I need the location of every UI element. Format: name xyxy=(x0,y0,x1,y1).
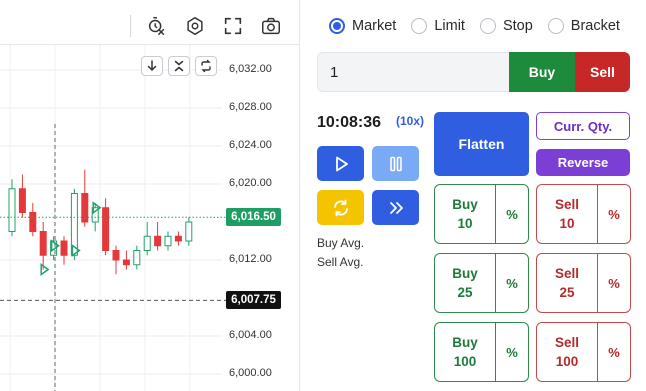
quick-buy-action: Buy xyxy=(452,197,478,212)
quick-buy-action: Buy xyxy=(452,266,478,281)
candle-body xyxy=(18,188,26,213)
price-axis-label: 6,012.00 xyxy=(229,253,272,265)
quick-buy-percent-button[interactable]: % xyxy=(495,254,528,312)
fullscreen-icon[interactable] xyxy=(221,14,245,38)
order-type-label: Bracket xyxy=(570,18,620,34)
quick-sell-percent-button[interactable]: % xyxy=(597,185,630,243)
refresh-icon xyxy=(333,199,348,216)
quick-sell-qty: 100 xyxy=(555,354,579,369)
reverse-button[interactable]: Reverse xyxy=(536,149,630,176)
trade-panel: Market Limit Stop Bracket Buy Sell 10:08… xyxy=(301,0,646,391)
candle-body xyxy=(174,235,182,242)
candle-body xyxy=(112,250,120,261)
current-quantity-button[interactable]: Curr. Qty. xyxy=(536,112,630,140)
quick-sell-main[interactable]: Sell 100 xyxy=(537,323,597,381)
camera-icon[interactable] xyxy=(259,14,283,38)
quick-sell-percent-button[interactable]: % xyxy=(597,254,630,312)
order-type-label: Limit xyxy=(434,18,465,34)
quick-buy-10[interactable]: Buy 10 % xyxy=(434,184,529,244)
price-axis-label: 6,024.00 xyxy=(229,139,272,151)
candle-body xyxy=(60,240,68,256)
fast-forward-icon xyxy=(389,201,403,214)
crosshair-price-tag: 6,007.75 xyxy=(226,291,281,310)
quick-buy-action: Buy xyxy=(452,335,478,350)
quick-sell-main[interactable]: Sell 25 xyxy=(537,254,597,312)
candle-body xyxy=(39,231,47,256)
arrow-down-icon[interactable] xyxy=(141,56,163,76)
order-type-label: Stop xyxy=(502,18,533,34)
toolbar-divider-line xyxy=(0,44,300,45)
price-axis-label: 6,020.00 xyxy=(229,177,272,189)
swap-icon[interactable] xyxy=(195,56,217,76)
quick-buy-percent-button[interactable]: % xyxy=(495,185,528,243)
candle-body xyxy=(29,212,37,232)
quick-buy-qty: 25 xyxy=(457,285,473,300)
candle-body xyxy=(164,235,172,247)
quantity-input[interactable] xyxy=(317,52,509,92)
hexagon-settings-icon[interactable] xyxy=(183,14,207,38)
quick-sell-action: Sell xyxy=(554,197,579,212)
quick-buy-25[interactable]: Buy 25 % xyxy=(434,253,529,313)
price-axis-label: 6,032.00 xyxy=(229,63,272,75)
quick-sell-qty: 10 xyxy=(559,216,575,231)
pause-button[interactable] xyxy=(372,146,419,181)
candle-body xyxy=(143,235,151,251)
radio-limit[interactable] xyxy=(411,18,428,34)
price-axis-label: 6,004.00 xyxy=(229,329,272,341)
quick-sell-100[interactable]: Sell 100 % xyxy=(536,322,631,382)
quick-buy-main[interactable]: Buy 100 xyxy=(435,323,495,381)
fast-forward-button[interactable] xyxy=(372,190,419,225)
quick-buy-main[interactable]: Buy 10 xyxy=(435,185,495,243)
candle-body xyxy=(102,207,110,251)
pause-icon xyxy=(389,156,402,171)
refresh-button[interactable] xyxy=(317,190,364,225)
quick-buy-percent-button[interactable]: % xyxy=(495,323,528,381)
clock-time: 10:08:36 xyxy=(317,114,382,131)
collapse-icon[interactable] xyxy=(168,56,190,76)
candle-body xyxy=(154,235,162,247)
radio-market[interactable] xyxy=(329,18,345,34)
quick-buy-qty: 100 xyxy=(453,354,477,369)
price-axis-label: 6,000.00 xyxy=(229,367,272,379)
last-price-tag: 6,016.50 xyxy=(226,208,281,227)
chart-mini-controls xyxy=(141,56,217,76)
chart-toolbar xyxy=(130,12,297,40)
buy-average-label: Buy Avg. xyxy=(317,236,365,250)
quick-sell-percent-button[interactable]: % xyxy=(597,323,630,381)
candle-body xyxy=(122,259,130,266)
candle-body xyxy=(8,188,16,232)
quick-sell-action: Sell xyxy=(554,266,579,281)
order-type-bracket[interactable]: Bracket xyxy=(547,18,620,34)
order-type-label: Market xyxy=(352,18,397,34)
quick-sell-10[interactable]: Sell 10 % xyxy=(536,184,631,244)
play-button[interactable] xyxy=(317,146,364,181)
quick-buy-main[interactable]: Buy 25 xyxy=(435,254,495,312)
quick-sell-main[interactable]: Sell 10 xyxy=(537,185,597,243)
quick-buy-100[interactable]: Buy 100 % xyxy=(434,322,529,382)
order-type-limit[interactable]: Limit xyxy=(411,18,465,34)
radio-bracket[interactable] xyxy=(547,18,564,34)
quick-sell-action: Sell xyxy=(554,335,579,350)
candle-body xyxy=(133,250,141,266)
trade-marker xyxy=(40,263,50,276)
toolbar-divider xyxy=(130,15,131,37)
sell-average-label: Sell Avg. xyxy=(317,255,364,269)
candle-body xyxy=(185,221,193,242)
order-type-market[interactable]: Market xyxy=(329,18,396,34)
order-type-stop[interactable]: Stop xyxy=(479,18,533,34)
flatten-button[interactable]: Flatten xyxy=(434,112,529,176)
quick-buy-qty: 10 xyxy=(457,216,473,231)
quick-sell-qty: 25 xyxy=(559,285,575,300)
quick-sell-25[interactable]: Sell 25 % xyxy=(536,253,631,313)
order-type-selector: Market Limit Stop Bracket xyxy=(329,18,620,34)
crosshair-time-icon[interactable] xyxy=(145,14,169,38)
speed-multiplier[interactable]: (10x) xyxy=(396,114,424,128)
price-axis-label: 6,028.00 xyxy=(229,101,272,113)
price-chart[interactable]: 6,032.00 6,028.00 6,024.00 6,020.00 6,012.00… xyxy=(0,0,300,391)
play-icon xyxy=(335,156,348,171)
radio-stop[interactable] xyxy=(479,18,496,34)
sell-button[interactable]: Sell xyxy=(575,52,630,92)
buy-button[interactable]: Buy xyxy=(509,52,575,92)
